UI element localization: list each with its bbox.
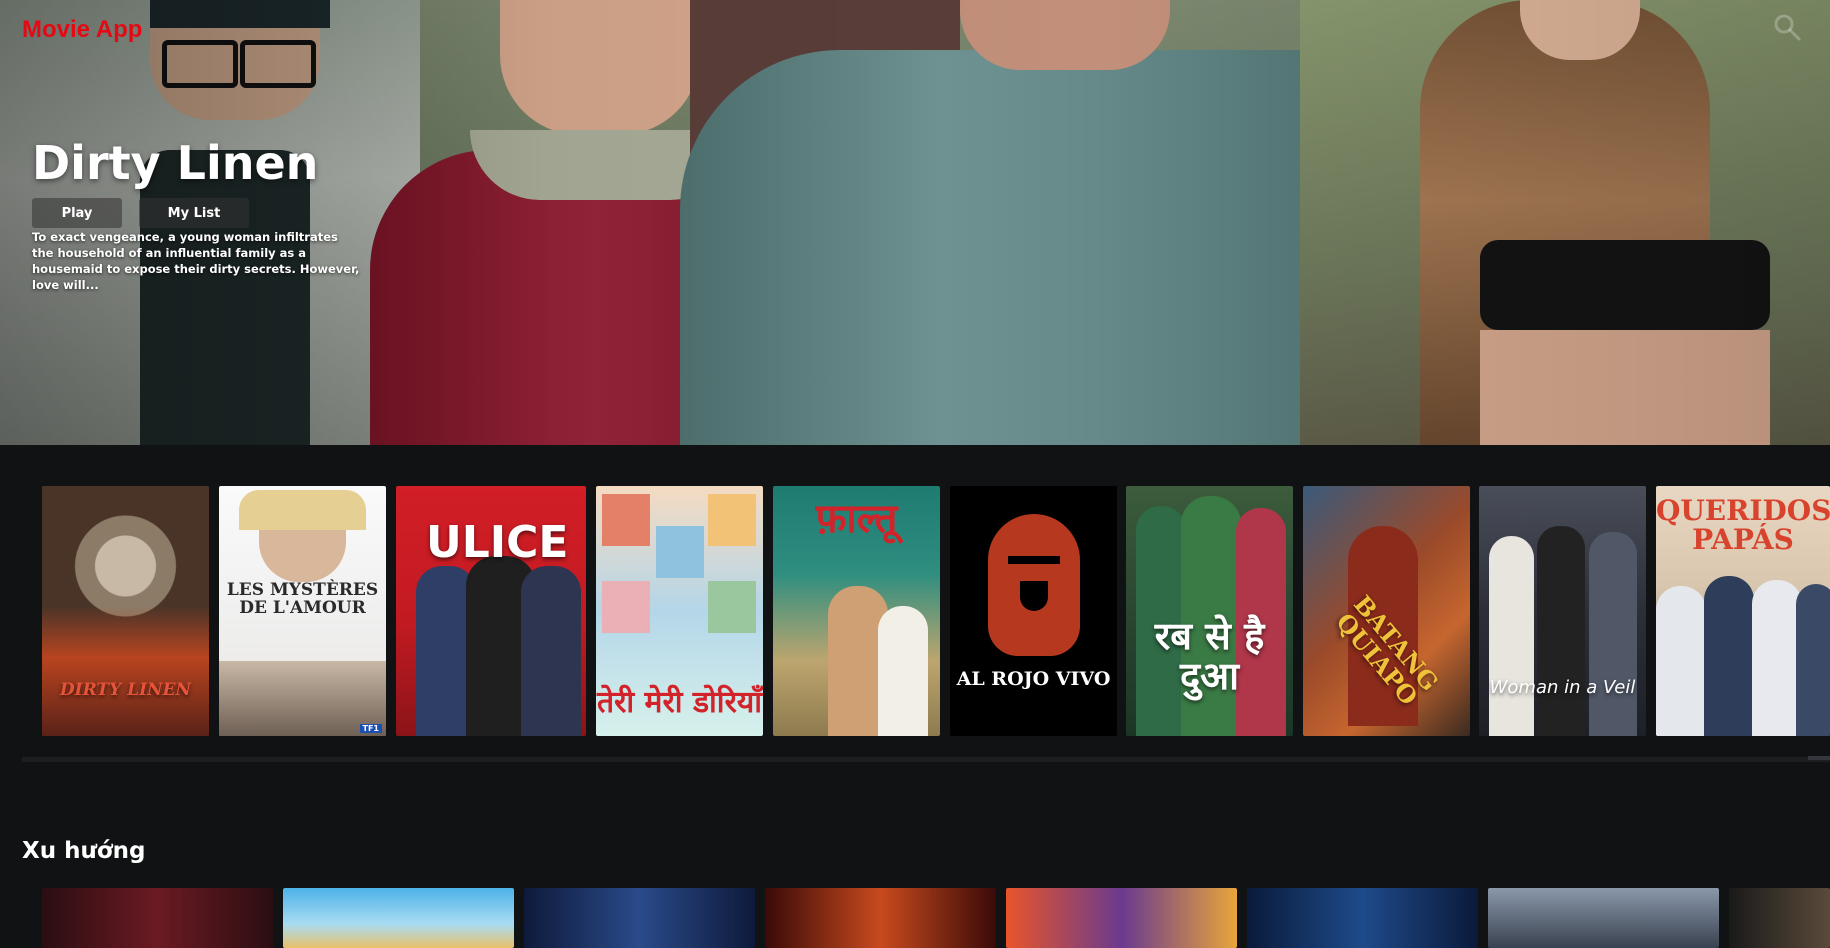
hero-title: Dirty Linen xyxy=(32,136,319,190)
trending-thumbnail[interactable] xyxy=(1729,888,1830,948)
poster-title: तेरी मेरी डोरियाँ xyxy=(596,684,763,720)
hero-description: To exact vengeance, a young woman infilt… xyxy=(32,230,360,292)
poster-card[interactable]: BATANG QUIAPO xyxy=(1303,486,1470,736)
trending-thumbnail[interactable] xyxy=(42,888,273,948)
poster-title: LES MYSTÈRES DE L'AMOUR xyxy=(226,580,379,618)
poster-card[interactable]: ULICE xyxy=(396,486,586,736)
poster-card[interactable]: QUERIDOS PAPÁS xyxy=(1656,486,1830,736)
originals-row: DIRTY LINEN LES MYSTÈRES DE L'AMOUR TF1 … xyxy=(0,445,1830,765)
tf1-badge: TF1 xyxy=(359,724,382,733)
poster-card[interactable]: DIRTY LINEN xyxy=(42,486,209,736)
hero-banner: Movie App Dirty Linen Play My List To ex… xyxy=(0,0,1830,445)
row-scrollbar[interactable] xyxy=(22,757,1830,762)
poster-card[interactable]: LES MYSTÈRES DE L'AMOUR TF1 xyxy=(219,486,386,736)
row-scrollbar-thumb[interactable] xyxy=(1808,756,1830,760)
my-list-button[interactable]: My List xyxy=(139,198,249,228)
poster-card[interactable]: रब से है दुआ xyxy=(1126,486,1293,736)
hero-vignette xyxy=(0,0,1830,445)
poster-title: रब से है दुआ xyxy=(1154,613,1265,699)
poster-card[interactable]: Woman in a Veil xyxy=(1479,486,1646,736)
trending-thumbnail[interactable] xyxy=(524,888,755,948)
trending-thumbnail[interactable] xyxy=(283,888,514,948)
search-icon[interactable] xyxy=(1772,12,1802,42)
row-title-trending: Xu hướng xyxy=(22,838,146,864)
poster-title: AL ROJO VIVO xyxy=(956,668,1111,691)
trending-thumbnail[interactable] xyxy=(1488,888,1719,948)
poster-title: ULICE xyxy=(426,517,569,568)
poster-card[interactable]: AL ROJO VIVO xyxy=(950,486,1117,736)
trending-thumbnail[interactable] xyxy=(1247,888,1478,948)
poster-title: QUERIDOS PAPÁS xyxy=(1656,494,1830,557)
poster-card[interactable]: तेरी मेरी डोरियाँ xyxy=(596,486,763,736)
trending-thumbnail[interactable] xyxy=(765,888,996,948)
play-button[interactable]: Play xyxy=(32,198,122,228)
trending-thumbnail[interactable] xyxy=(1006,888,1237,948)
poster-title: फ़ाल्तू xyxy=(815,495,898,542)
poster-title: DIRTY LINEN xyxy=(59,680,192,701)
poster-card[interactable]: फ़ाल्तू xyxy=(773,486,940,736)
poster-title: Woman in a Veil xyxy=(1489,677,1636,699)
app-logo[interactable]: Movie App xyxy=(22,16,142,44)
